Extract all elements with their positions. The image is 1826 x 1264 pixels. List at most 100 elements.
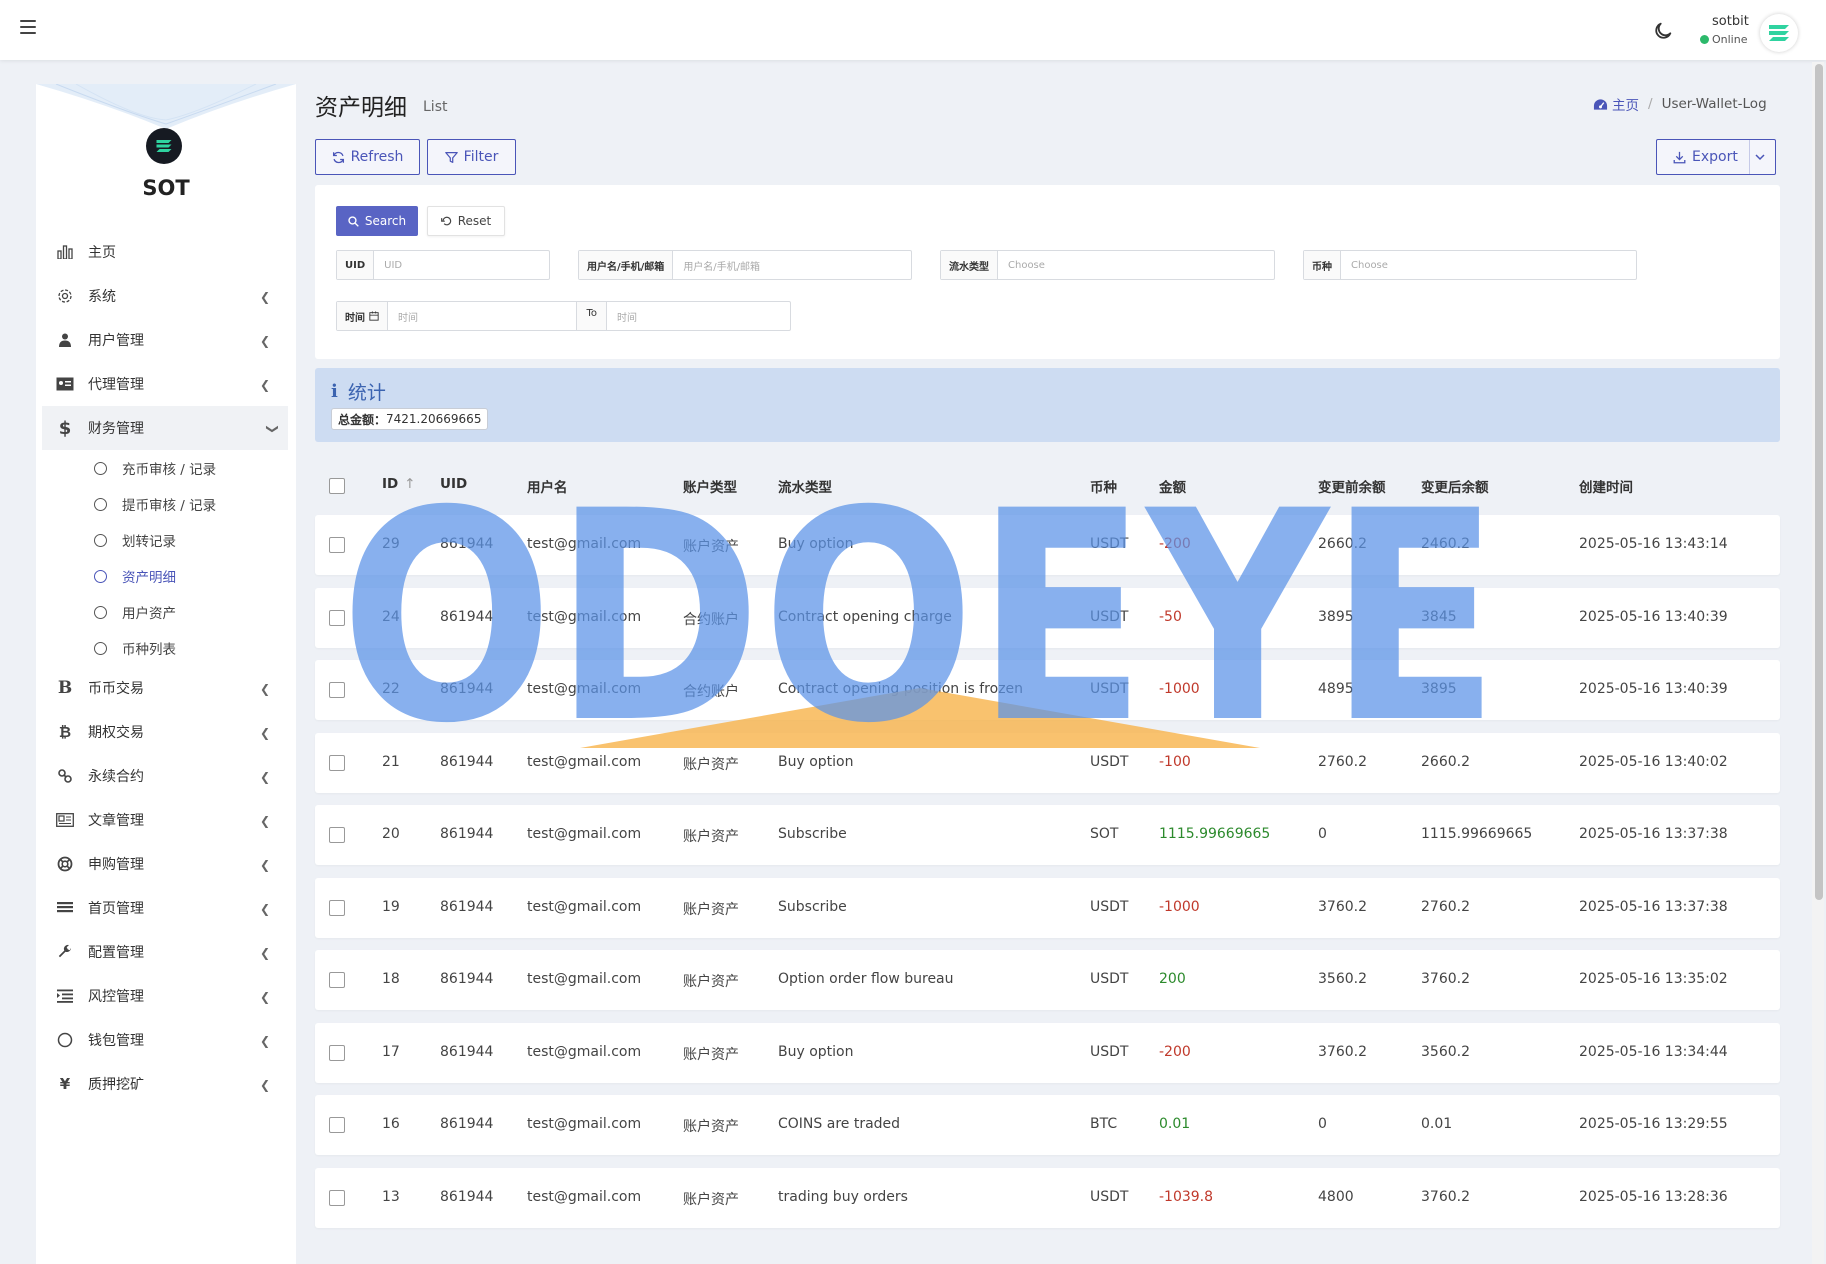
- table-row[interactable]: 17 861944 test@gmail.com 账户资产 Buy option USDT…: [315, 1023, 1780, 1083]
- row-checkbox[interactable]: [329, 1190, 345, 1206]
- time-range-field: 时间 时间 To 时间: [336, 301, 791, 331]
- wave-decoration-icon: [36, 84, 296, 129]
- cell-account: 账户资产: [683, 539, 739, 555]
- table-row[interactable]: 21 861944 test@gmail.com 账户资产 Buy option USDT…: [315, 733, 1780, 793]
- sidebar-subitem-deposit[interactable]: 充币审核 / 记录: [36, 450, 296, 486]
- breadcrumb-home-link[interactable]: 主页: [1612, 94, 1639, 114]
- select-all-checkbox[interactable]: [329, 478, 345, 494]
- sidebar-subitem-transfer[interactable]: 划转记录: [36, 522, 296, 558]
- cell-time: 2025-05-16 13:28:36: [1579, 1189, 1728, 1205]
- sidebar-subitem-user-assets[interactable]: 用户资产: [36, 594, 296, 630]
- column-header-id[interactable]: ID ↑: [382, 476, 416, 492]
- sidebar-subitem-asset-details[interactable]: 资产明细: [36, 558, 296, 594]
- sidebar-item-agents[interactable]: 代理管理 ❮: [36, 362, 296, 406]
- user-name[interactable]: sotbit: [1712, 14, 1749, 29]
- table-row[interactable]: 24 861944 test@gmail.com 合约账户 Contract openi…: [315, 588, 1780, 648]
- row-checkbox[interactable]: [329, 827, 345, 843]
- table-row[interactable]: 22 861944 test@gmail.com 合约账户 Contract openi…: [315, 660, 1780, 720]
- sidebar-item-options[interactable]: ₿ 期权交易 ❮: [36, 710, 296, 754]
- cell-amount: -1000: [1159, 681, 1200, 697]
- row-checkbox[interactable]: [329, 900, 345, 916]
- table-row[interactable]: 19 861944 test@gmail.com 账户资产 Subscribe USDT -…: [315, 878, 1780, 938]
- stats-box: i 统计 总金额： 7421.20669665: [315, 368, 1780, 442]
- b-icon: B: [57, 678, 73, 698]
- circle-icon: [94, 533, 107, 547]
- cell-after: 3760.2: [1421, 1189, 1470, 1205]
- sidebar-subitem-coin-list[interactable]: 币种列表: [36, 630, 296, 666]
- start-time-input[interactable]: 时间: [388, 302, 576, 330]
- sidebar-item-homepage[interactable]: 首页管理 ❮: [36, 886, 296, 930]
- user-input[interactable]: 用户名/手机/邮箱: [673, 251, 911, 279]
- newspaper-icon: [56, 811, 74, 829]
- cell-after: 0.01: [1421, 1116, 1453, 1132]
- sidebar: SOT 主页 系统 ❮ 用户管理 ❮ 代理管理 ❮ $ 财务管理 ❮ 充币审核 / 记录…: [36, 84, 296, 1264]
- cell-account: 账户资产: [683, 757, 739, 773]
- sidebar-item-perpetual[interactable]: 永续合约 ❮: [36, 754, 296, 798]
- uid-input[interactable]: UID: [374, 251, 549, 279]
- scrollbar-thumb[interactable]: [1815, 64, 1823, 900]
- coin-select[interactable]: Choose: [1341, 251, 1636, 279]
- table-row[interactable]: 20 861944 test@gmail.com 账户资产 Subscribe SOT 11…: [315, 805, 1780, 865]
- lifebuoy-icon: [56, 855, 74, 873]
- search-button[interactable]: Search: [336, 206, 418, 236]
- sidebar-subitem-withdraw[interactable]: 提币审核 / 记录: [36, 486, 296, 522]
- user-status: Online: [1700, 33, 1747, 46]
- filter-button[interactable]: Filter: [427, 139, 516, 175]
- cell-before: 3560.2: [1318, 971, 1367, 987]
- online-dot-icon: [1700, 35, 1709, 44]
- sidebar-item-home[interactable]: 主页: [36, 230, 296, 274]
- cell-time: 2025-05-16 13:29:55: [1579, 1116, 1728, 1132]
- row-checkbox[interactable]: [329, 1045, 345, 1061]
- circle-icon: [94, 569, 107, 583]
- cell-user: test@gmail.com: [527, 681, 642, 697]
- row-checkbox[interactable]: [329, 972, 345, 988]
- sidebar-item-finance[interactable]: $ 财务管理 ❮: [42, 406, 288, 450]
- column-header-before-balance: 变更前余额: [1318, 480, 1386, 496]
- table-row[interactable]: 16 861944 test@gmail.com 账户资产 COINS are trad…: [315, 1095, 1780, 1155]
- sidebar-item-subscription[interactable]: 申购管理 ❮: [36, 842, 296, 886]
- flow-type-select[interactable]: Choose: [998, 251, 1274, 279]
- cell-before: 3895: [1318, 609, 1354, 625]
- cell-time: 2025-05-16 13:40:02: [1579, 754, 1728, 770]
- table-row[interactable]: 18 861944 test@gmail.com 账户资产 Option order f…: [315, 950, 1780, 1010]
- row-checkbox[interactable]: [329, 682, 345, 698]
- flow-type-field: 流水类型 Choose: [940, 250, 1275, 280]
- cell-coin: SOT: [1090, 826, 1119, 842]
- sidebar-item-wallet[interactable]: 钱包管理 ❮: [36, 1018, 296, 1062]
- sidebar-item-config[interactable]: 配置管理 ❮: [36, 930, 296, 974]
- gear-icon: [56, 287, 74, 305]
- cell-before: 0: [1318, 1116, 1327, 1132]
- uid-field: UID UID: [336, 250, 550, 280]
- chevron-down-icon: [1754, 153, 1765, 160]
- table-row[interactable]: 29 861944 test@gmail.com 账户资产 Buy option USDT…: [315, 515, 1780, 575]
- export-dropdown-toggle[interactable]: [1749, 140, 1775, 174]
- cell-uid: 861944: [440, 754, 494, 770]
- hamburger-menu-icon[interactable]: [20, 20, 36, 34]
- cell-after: 3760.2: [1421, 971, 1470, 987]
- sidebar-item-risk[interactable]: 风控管理 ❮: [36, 974, 296, 1018]
- sidebar-item-spot[interactable]: B 币币交易 ❮: [36, 666, 296, 710]
- cell-coin: USDT: [1090, 609, 1129, 625]
- chevron-left-icon: ❮: [259, 858, 270, 872]
- column-header-amount: 金额: [1159, 480, 1186, 496]
- sidebar-item-staking[interactable]: ¥ 质押挖矿 ❮: [36, 1062, 296, 1106]
- reset-button[interactable]: Reset: [427, 206, 505, 236]
- row-checkbox[interactable]: [329, 610, 345, 626]
- sidebar-item-system[interactable]: 系统 ❮: [36, 274, 296, 318]
- row-checkbox[interactable]: [329, 755, 345, 771]
- column-header-uid: UID: [440, 476, 468, 492]
- sidebar-item-articles[interactable]: 文章管理 ❮: [36, 798, 296, 842]
- row-checkbox[interactable]: [329, 1117, 345, 1133]
- end-time-input[interactable]: 时间: [607, 302, 790, 330]
- filter-icon: [444, 151, 458, 163]
- avatar[interactable]: [1760, 14, 1798, 52]
- cell-uid: 861944: [440, 1044, 494, 1060]
- moon-icon[interactable]: [1652, 20, 1674, 42]
- cell-id: 29: [382, 536, 400, 552]
- table-row[interactable]: 13 861944 test@gmail.com 账户资产 trading buy or…: [315, 1168, 1780, 1228]
- sidebar-item-users[interactable]: 用户管理 ❮: [36, 318, 296, 362]
- chevron-left-icon: ❮: [259, 990, 270, 1004]
- row-checkbox[interactable]: [329, 537, 345, 553]
- export-button[interactable]: Export: [1656, 139, 1776, 175]
- refresh-button[interactable]: Refresh: [315, 139, 420, 175]
